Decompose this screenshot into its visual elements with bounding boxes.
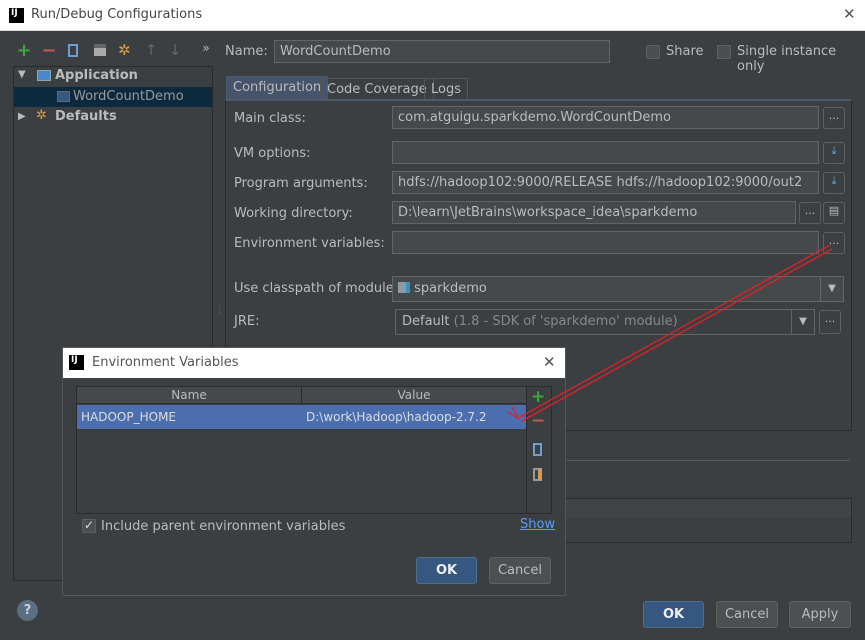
share-checkbox[interactable] [646,45,660,59]
column-header-name[interactable]: Name [77,387,302,404]
vm-options-input[interactable] [392,141,819,164]
main-class-input[interactable]: com.atguigu.sparkdemo.WordCountDemo [392,106,819,129]
add-variable-button[interactable]: + [531,387,545,407]
help-button[interactable]: ? [17,600,38,621]
remove-variable-button[interactable]: − [531,411,545,431]
name-label: Name: [225,44,268,59]
dropdown-arrow-icon[interactable]: ▼ [820,277,843,301]
dropdown-arrow-icon[interactable]: ▼ [791,310,814,334]
application-icon [57,91,70,102]
show-link[interactable]: Show [520,517,555,532]
include-parent-checkbox[interactable]: ✓ [82,519,96,533]
macro-icon[interactable]: ▤ [823,202,845,224]
classpath-module-value: sparkdemo [414,281,487,296]
paste-icon[interactable] [533,468,542,481]
dialog-title-bar: IJ Environment Variables ✕ [63,348,565,378]
column-header-value[interactable]: Value [302,387,526,404]
collapse-arrow-icon[interactable]: ▶ [18,111,26,122]
classpath-module-label: Use classpath of module: [234,281,399,296]
intellij-logo-icon: IJ [69,355,84,370]
application-icon [37,70,51,81]
dialog-close-button[interactable]: ✕ [543,353,556,371]
working-directory-browse-button[interactable]: ... [799,202,821,224]
copy-icon[interactable] [533,443,542,456]
vm-options-label: VM options: [234,146,311,161]
env-vars-table[interactable]: Name Value HADOOP_HOME D:\work\Hadoop\ha… [76,386,527,514]
tree-item-application[interactable]: Application [55,68,138,83]
jre-select[interactable]: Default (1.8 - SDK of 'sparkdemo' module… [395,309,815,335]
jre-browse-button[interactable]: ... [819,310,841,334]
share-label: Share [666,44,704,59]
expand-icon[interactable]: ⤓ [823,142,845,164]
tree-item-label: WordCountDemo [73,89,184,104]
classpath-module-select[interactable]: sparkdemo ▼ [392,276,844,302]
window-title-bar: IJ Run/Debug Configurations ✕ [0,0,865,31]
splitter-handle[interactable]: ⋮ [215,305,224,315]
apply-button[interactable]: Apply [789,601,851,628]
tree-item-defaults[interactable]: Defaults [55,109,117,124]
tab-logs[interactable]: Logs [424,78,468,101]
save-icon[interactable] [94,44,106,56]
expand-arrow-icon[interactable]: ▼ [18,69,26,80]
wrench-icon: ✲ [36,108,47,123]
include-parent-label: Include parent environment variables [101,519,346,534]
environment-variables-browse-button[interactable]: ... [823,232,845,254]
working-directory-label: Working directory: [234,206,353,221]
window-title: Run/Debug Configurations [31,7,203,22]
move-up-button[interactable]: ↑ [140,41,162,59]
cancel-button[interactable]: Cancel [716,601,778,628]
single-instance-checkbox[interactable] [717,45,731,59]
close-button[interactable]: ✕ [843,5,856,23]
remove-configuration-button[interactable]: − [38,40,60,61]
dialog-title: Environment Variables [92,355,239,370]
table-actions: + − [527,386,552,514]
wrench-icon[interactable]: ✲ [118,41,131,59]
more-button[interactable]: » [195,41,217,55]
jre-value: Default [402,314,450,329]
module-icon [398,282,410,293]
row-value: D:\work\Hadoop\hadoop-2.7.2 [306,410,487,424]
tab-configuration[interactable]: Configuration [226,76,329,99]
main-class-browse-button[interactable]: ... [823,107,845,129]
jre-label: JRE: [234,314,260,329]
add-configuration-button[interactable]: + [13,40,35,61]
working-directory-input[interactable]: D:\learn\JetBrains\workspace_idea\sparkd… [392,201,796,224]
main-class-label: Main class: [234,111,306,126]
row-name: HADOOP_HOME [81,410,177,424]
name-input[interactable]: WordCountDemo [274,40,610,63]
ok-button[interactable]: OK [643,601,704,628]
dialog-ok-button[interactable]: OK [416,557,477,584]
tab-code-coverage[interactable]: Code Coverage [320,78,434,101]
intellij-logo-icon: IJ [9,8,24,23]
jre-hint: (1.8 - SDK of 'sparkdemo' module) [453,314,678,329]
dialog-cancel-button[interactable]: Cancel [489,557,551,584]
table-row[interactable]: HADOOP_HOME D:\work\Hadoop\hadoop-2.7.2 [77,405,526,429]
copy-icon[interactable] [68,44,78,57]
environment-variables-dialog: IJ Environment Variables ✕ Name Value HA… [62,347,566,596]
expand-icon[interactable]: ⤓ [823,172,845,194]
environment-variables-input[interactable] [392,231,819,254]
program-arguments-label: Program arguments: [234,176,368,191]
tree-item-wordcountdemo[interactable]: WordCountDemo [14,87,212,107]
single-instance-label: Single instance only [737,44,837,74]
move-down-button[interactable]: ↓ [164,41,186,59]
environment-variables-label: Environment variables: [234,236,385,251]
program-arguments-input[interactable]: hdfs://hadoop102:9000/RELEASE hdfs://had… [392,171,819,194]
